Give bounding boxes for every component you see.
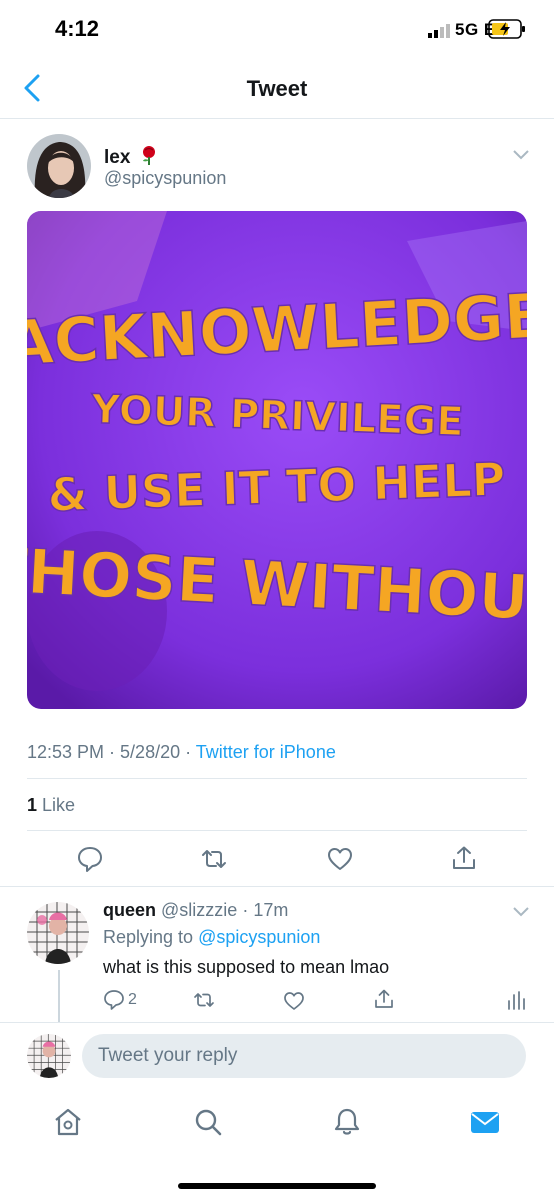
like-icon[interactable]: [326, 845, 354, 873]
reply-text: what is this supposed to mean lmao: [103, 957, 390, 977]
actions-divider: [0, 886, 554, 887]
tweet-reply-input[interactable]: Tweet your reply: [82, 1034, 526, 1078]
reply-retweet-icon[interactable]: [193, 989, 215, 1011]
reply-count: 2: [128, 991, 137, 1008]
tweet-date: 5/28/20: [120, 742, 181, 762]
reply-age: 17m: [253, 900, 289, 920]
signal-icon: [428, 24, 450, 38]
page-title: Tweet: [246, 76, 308, 101]
tweet-meta: 12:53 PM · 5/28/20 · Twitter for iPhone: [27, 742, 336, 762]
tweet-time: 12:53 PM: [27, 742, 105, 762]
likes-divider: [27, 830, 527, 831]
author-handle[interactable]: @spicyspunion: [104, 168, 226, 189]
reply-author-name: queen: [103, 900, 157, 920]
nav-divider: [0, 118, 554, 119]
messages-icon[interactable]: [469, 1106, 501, 1138]
meta-divider: [27, 778, 527, 779]
share-icon[interactable]: [450, 844, 478, 872]
composer-avatar: [27, 1034, 71, 1078]
home-icon[interactable]: [52, 1106, 84, 1138]
thread-line: [58, 970, 60, 1022]
author-name[interactable]: lex: [104, 145, 159, 169]
battery-icon: [488, 19, 525, 39]
tweet-reply-placeholder: Tweet your reply: [98, 1045, 238, 1066]
retweet-icon[interactable]: [200, 845, 228, 873]
reply-avatar[interactable]: [27, 902, 89, 964]
rose-icon: [142, 146, 155, 165]
reply-like-icon[interactable]: [283, 990, 305, 1012]
likes-count[interactable]: 1 Like: [27, 795, 75, 816]
reply-author-handle: @slizzzie: [161, 900, 238, 920]
reply-icon[interactable]: [76, 845, 104, 873]
reply-divider: [0, 1022, 554, 1023]
notifications-icon[interactable]: [331, 1106, 363, 1138]
home-indicator: [178, 1183, 376, 1189]
search-icon[interactable]: [192, 1106, 224, 1138]
tweet-source[interactable]: Twitter for iPhone: [196, 742, 336, 762]
analytics-icon[interactable]: [505, 989, 527, 1011]
replying-to-handle[interactable]: @spicyspunion: [198, 927, 320, 947]
reply-header[interactable]: queen @slizzzie · 17m: [103, 900, 288, 921]
replying-to: Replying to @spicyspunion: [103, 927, 321, 947]
reply-chevron-down-icon[interactable]: [512, 906, 530, 918]
chevron-down-icon[interactable]: [512, 149, 530, 161]
status-time: 4:12: [55, 16, 100, 41]
author-avatar[interactable]: [27, 134, 91, 198]
reply-share-icon[interactable]: [373, 988, 395, 1010]
reply-reply-icon[interactable]: [103, 989, 125, 1011]
tweet-image[interactable]: ACKNOWLEDGE YOUR PRIVILEGE & USE IT TO H…: [27, 211, 527, 709]
